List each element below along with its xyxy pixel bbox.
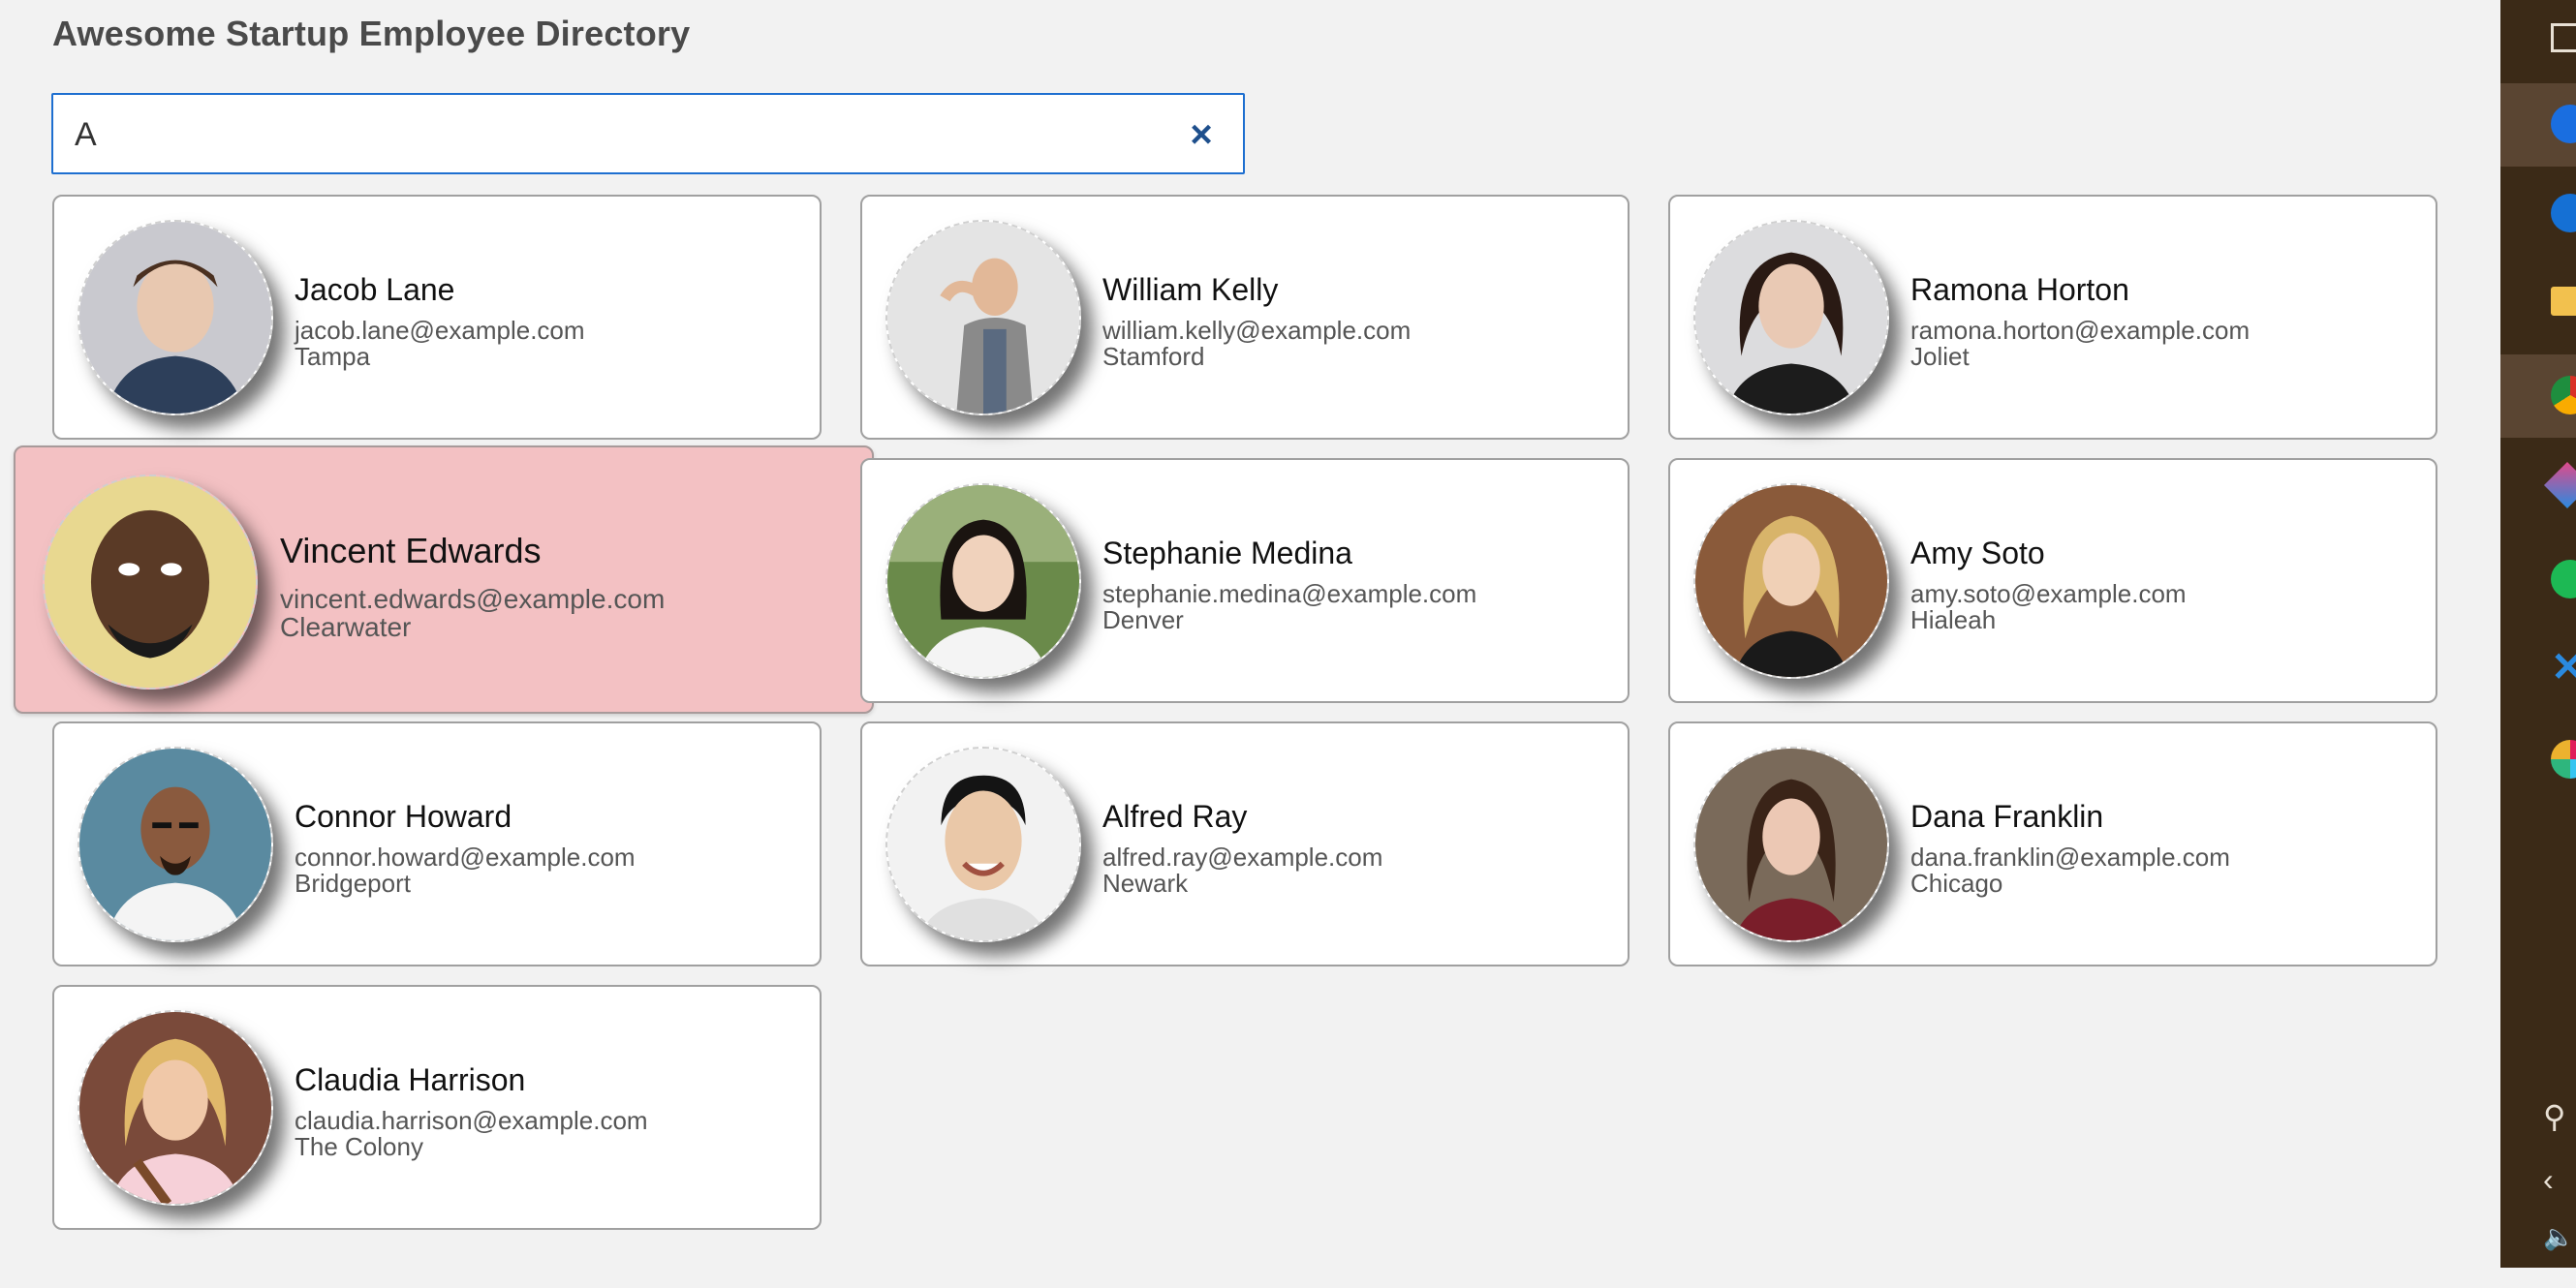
employee-card[interactable]: Ramona Horton ramona.horton@example.com … (1668, 195, 2437, 440)
avatar (1693, 483, 1889, 679)
avatar (885, 483, 1081, 679)
employee-name: Vincent Edwards (280, 531, 542, 570)
employee-name: Connor Howard (295, 799, 512, 834)
avatar (1693, 747, 1889, 942)
clear-search-button[interactable]: × (1185, 115, 1218, 154)
employee-card[interactable]: Amy Soto amy.soto@example.com Hialeah (1668, 458, 2437, 703)
employee-name: Amy Soto (1910, 536, 2045, 570)
employee-email: claudia.harrison@example.com (295, 1106, 648, 1135)
page-title: Awesome Startup Employee Directory (52, 14, 691, 53)
employee-name: Claudia Harrison (295, 1062, 526, 1097)
employee-city: Tampa (295, 342, 371, 371)
search-input[interactable] (75, 108, 1140, 161)
employee-email: alfred.ray@example.com (1102, 843, 1383, 872)
employee-card[interactable]: Stephanie Medina stephanie.medina@exampl… (860, 458, 1629, 703)
employee-city: Hialeah (1910, 605, 1997, 634)
employee-card-highlighted[interactable]: Vincent Edwards vincent.edwards@example.… (14, 445, 874, 714)
employee-name: William Kelly (1102, 272, 1279, 307)
employee-email: connor.howard@example.com (295, 843, 636, 872)
file-explorer-icon[interactable] (2500, 261, 2576, 345)
employee-city: Bridgeport (295, 869, 411, 898)
employee-card[interactable]: Claudia Harrison claudia.harrison@exampl… (52, 985, 822, 1230)
employee-email: dana.franklin@example.com (1910, 843, 2230, 872)
spotify-icon[interactable] (2500, 538, 2576, 622)
employee-name: Alfred Ray (1102, 799, 1248, 834)
employee-city: Newark (1102, 869, 1189, 898)
employee-name: Jacob Lane (295, 272, 455, 307)
avatar (885, 747, 1081, 942)
paint-icon[interactable] (2500, 447, 2576, 531)
avatar (43, 475, 258, 690)
employee-city: Denver (1102, 605, 1184, 634)
employee-card[interactable]: Connor Howard connor.howard@example.com … (52, 721, 822, 966)
employee-card[interactable]: William Kelly william.kelly@example.com … (860, 195, 1629, 440)
volume-icon[interactable]: 🔈 (2500, 1205, 2576, 1288)
avatar (885, 220, 1081, 415)
employee-city: Joliet (1910, 342, 1970, 371)
avatar (78, 747, 273, 942)
edge-icon[interactable] (2500, 170, 2576, 254)
firefox-icon[interactable] (2500, 83, 2576, 167)
employee-email: william.kelly@example.com (1102, 316, 1412, 345)
chrome-icon[interactable] (2500, 354, 2576, 438)
employee-city: Stamford (1102, 342, 1205, 371)
employee-card[interactable]: Alfred Ray alfred.ray@example.com Newark (860, 721, 1629, 966)
employee-name: Stephanie Medina (1102, 536, 1352, 570)
employee-card[interactable]: Jacob Lane jacob.lane@example.com Tampa (52, 195, 822, 440)
employee-city: The Colony (295, 1132, 423, 1161)
employee-name: Dana Franklin (1910, 799, 2104, 834)
taskbar: ✕ ⚲ ‹ 🔈 (2500, 0, 2576, 1268)
employee-email: jacob.lane@example.com (295, 316, 585, 345)
search-box[interactable]: × (51, 93, 1245, 174)
employee-email: vincent.edwards@example.com (280, 584, 666, 614)
employee-email: stephanie.medina@example.com (1102, 579, 1477, 608)
slack-icon[interactable] (2500, 719, 2576, 802)
avatar (1693, 220, 1889, 415)
employee-card[interactable]: Dana Franklin dana.franklin@example.com … (1668, 721, 2437, 966)
employee-city: Clearwater (280, 612, 412, 642)
employee-email: amy.soto@example.com (1910, 579, 2187, 608)
avatar (78, 1010, 273, 1206)
avatar (78, 220, 273, 415)
employee-email: ramona.horton@example.com (1910, 316, 2250, 345)
window-icon[interactable] (2500, 0, 2576, 83)
employee-city: Chicago (1910, 869, 2003, 898)
employee-name: Ramona Horton (1910, 272, 2129, 307)
vscode-icon[interactable]: ✕ (2500, 628, 2576, 711)
